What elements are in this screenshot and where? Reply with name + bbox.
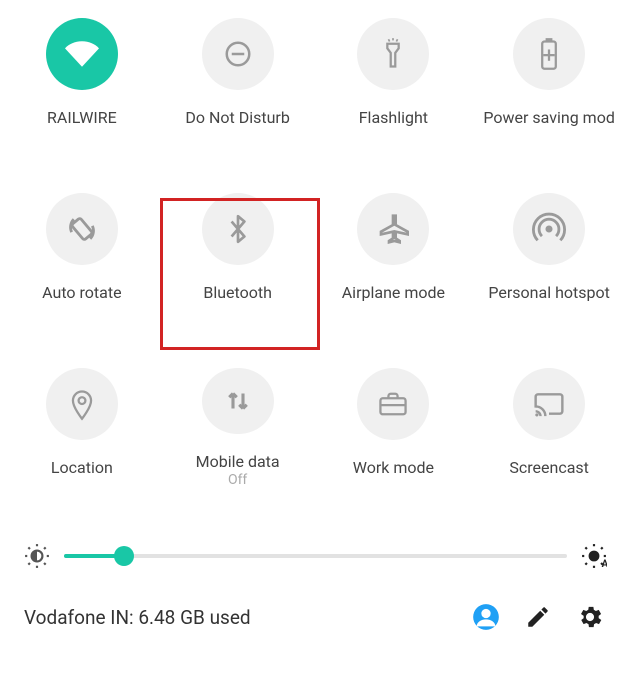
tile-dnd[interactable]: Do Not Disturb bbox=[160, 18, 316, 138]
flashlight-icon bbox=[357, 18, 429, 90]
tile-label: Flashlight bbox=[359, 108, 428, 127]
tile-label: Work mode bbox=[353, 458, 434, 477]
rotate-icon bbox=[46, 193, 118, 265]
brightness-slider[interactable] bbox=[64, 554, 567, 558]
svg-text:A: A bbox=[602, 559, 607, 569]
tile-workmode[interactable]: Work mode bbox=[316, 368, 472, 488]
tile-label: Do Not Disturb bbox=[185, 108, 289, 127]
edit-button[interactable] bbox=[521, 600, 555, 634]
tile-flashlight[interactable]: Flashlight bbox=[316, 18, 472, 138]
tile-label: Airplane mode bbox=[342, 283, 445, 302]
tile-wifi[interactable]: RAILWIRE bbox=[4, 18, 160, 138]
bluetooth-icon bbox=[202, 193, 274, 265]
location-icon bbox=[46, 368, 118, 440]
settings-button[interactable] bbox=[573, 600, 607, 634]
tile-label: Location bbox=[51, 458, 113, 477]
brightness-low-icon bbox=[24, 543, 50, 569]
user-button[interactable] bbox=[469, 600, 503, 634]
tile-label: Power saving mod bbox=[483, 108, 614, 127]
tile-label: Screencast bbox=[509, 458, 589, 477]
tile-bluetooth[interactable]: Bluetooth bbox=[160, 193, 316, 313]
tile-label: RAILWIRE bbox=[47, 108, 117, 127]
tiles-grid: RAILWIRE Do Not Disturb Flashlight Power… bbox=[4, 8, 627, 528]
brightness-auto-icon[interactable]: A bbox=[581, 543, 607, 569]
tile-location[interactable]: Location bbox=[4, 368, 160, 488]
tile-screencast[interactable]: Screencast bbox=[471, 368, 627, 488]
tile-sublabel: Off bbox=[228, 472, 247, 488]
slider-thumb[interactable] bbox=[114, 546, 134, 566]
dnd-icon bbox=[202, 18, 274, 90]
carrier-status: Vodafone IN: 6.48 GB used bbox=[24, 606, 451, 629]
tile-label: Personal hotspot bbox=[488, 283, 609, 302]
tile-label: Mobile data bbox=[196, 452, 280, 470]
data-icon bbox=[202, 368, 274, 434]
wifi-icon bbox=[46, 18, 118, 90]
brightness-row: A bbox=[4, 528, 627, 584]
airplane-icon bbox=[357, 193, 429, 265]
tile-powersave[interactable]: Power saving mod bbox=[471, 18, 627, 138]
tile-label: Auto rotate bbox=[42, 283, 121, 302]
cast-icon bbox=[513, 368, 585, 440]
briefcase-icon bbox=[357, 368, 429, 440]
tile-mobiledata[interactable]: Mobile data Off bbox=[160, 368, 316, 488]
tile-hotspot[interactable]: Personal hotspot bbox=[471, 193, 627, 313]
footer-row: Vodafone IN: 6.48 GB used bbox=[4, 584, 627, 634]
battery-plus-icon bbox=[513, 18, 585, 90]
tile-airplane[interactable]: Airplane mode bbox=[316, 193, 472, 313]
tile-autorotate[interactable]: Auto rotate bbox=[4, 193, 160, 313]
hotspot-icon bbox=[513, 193, 585, 265]
quick-settings-panel: RAILWIRE Do Not Disturb Flashlight Power… bbox=[0, 0, 631, 634]
tile-label: Bluetooth bbox=[203, 283, 272, 302]
